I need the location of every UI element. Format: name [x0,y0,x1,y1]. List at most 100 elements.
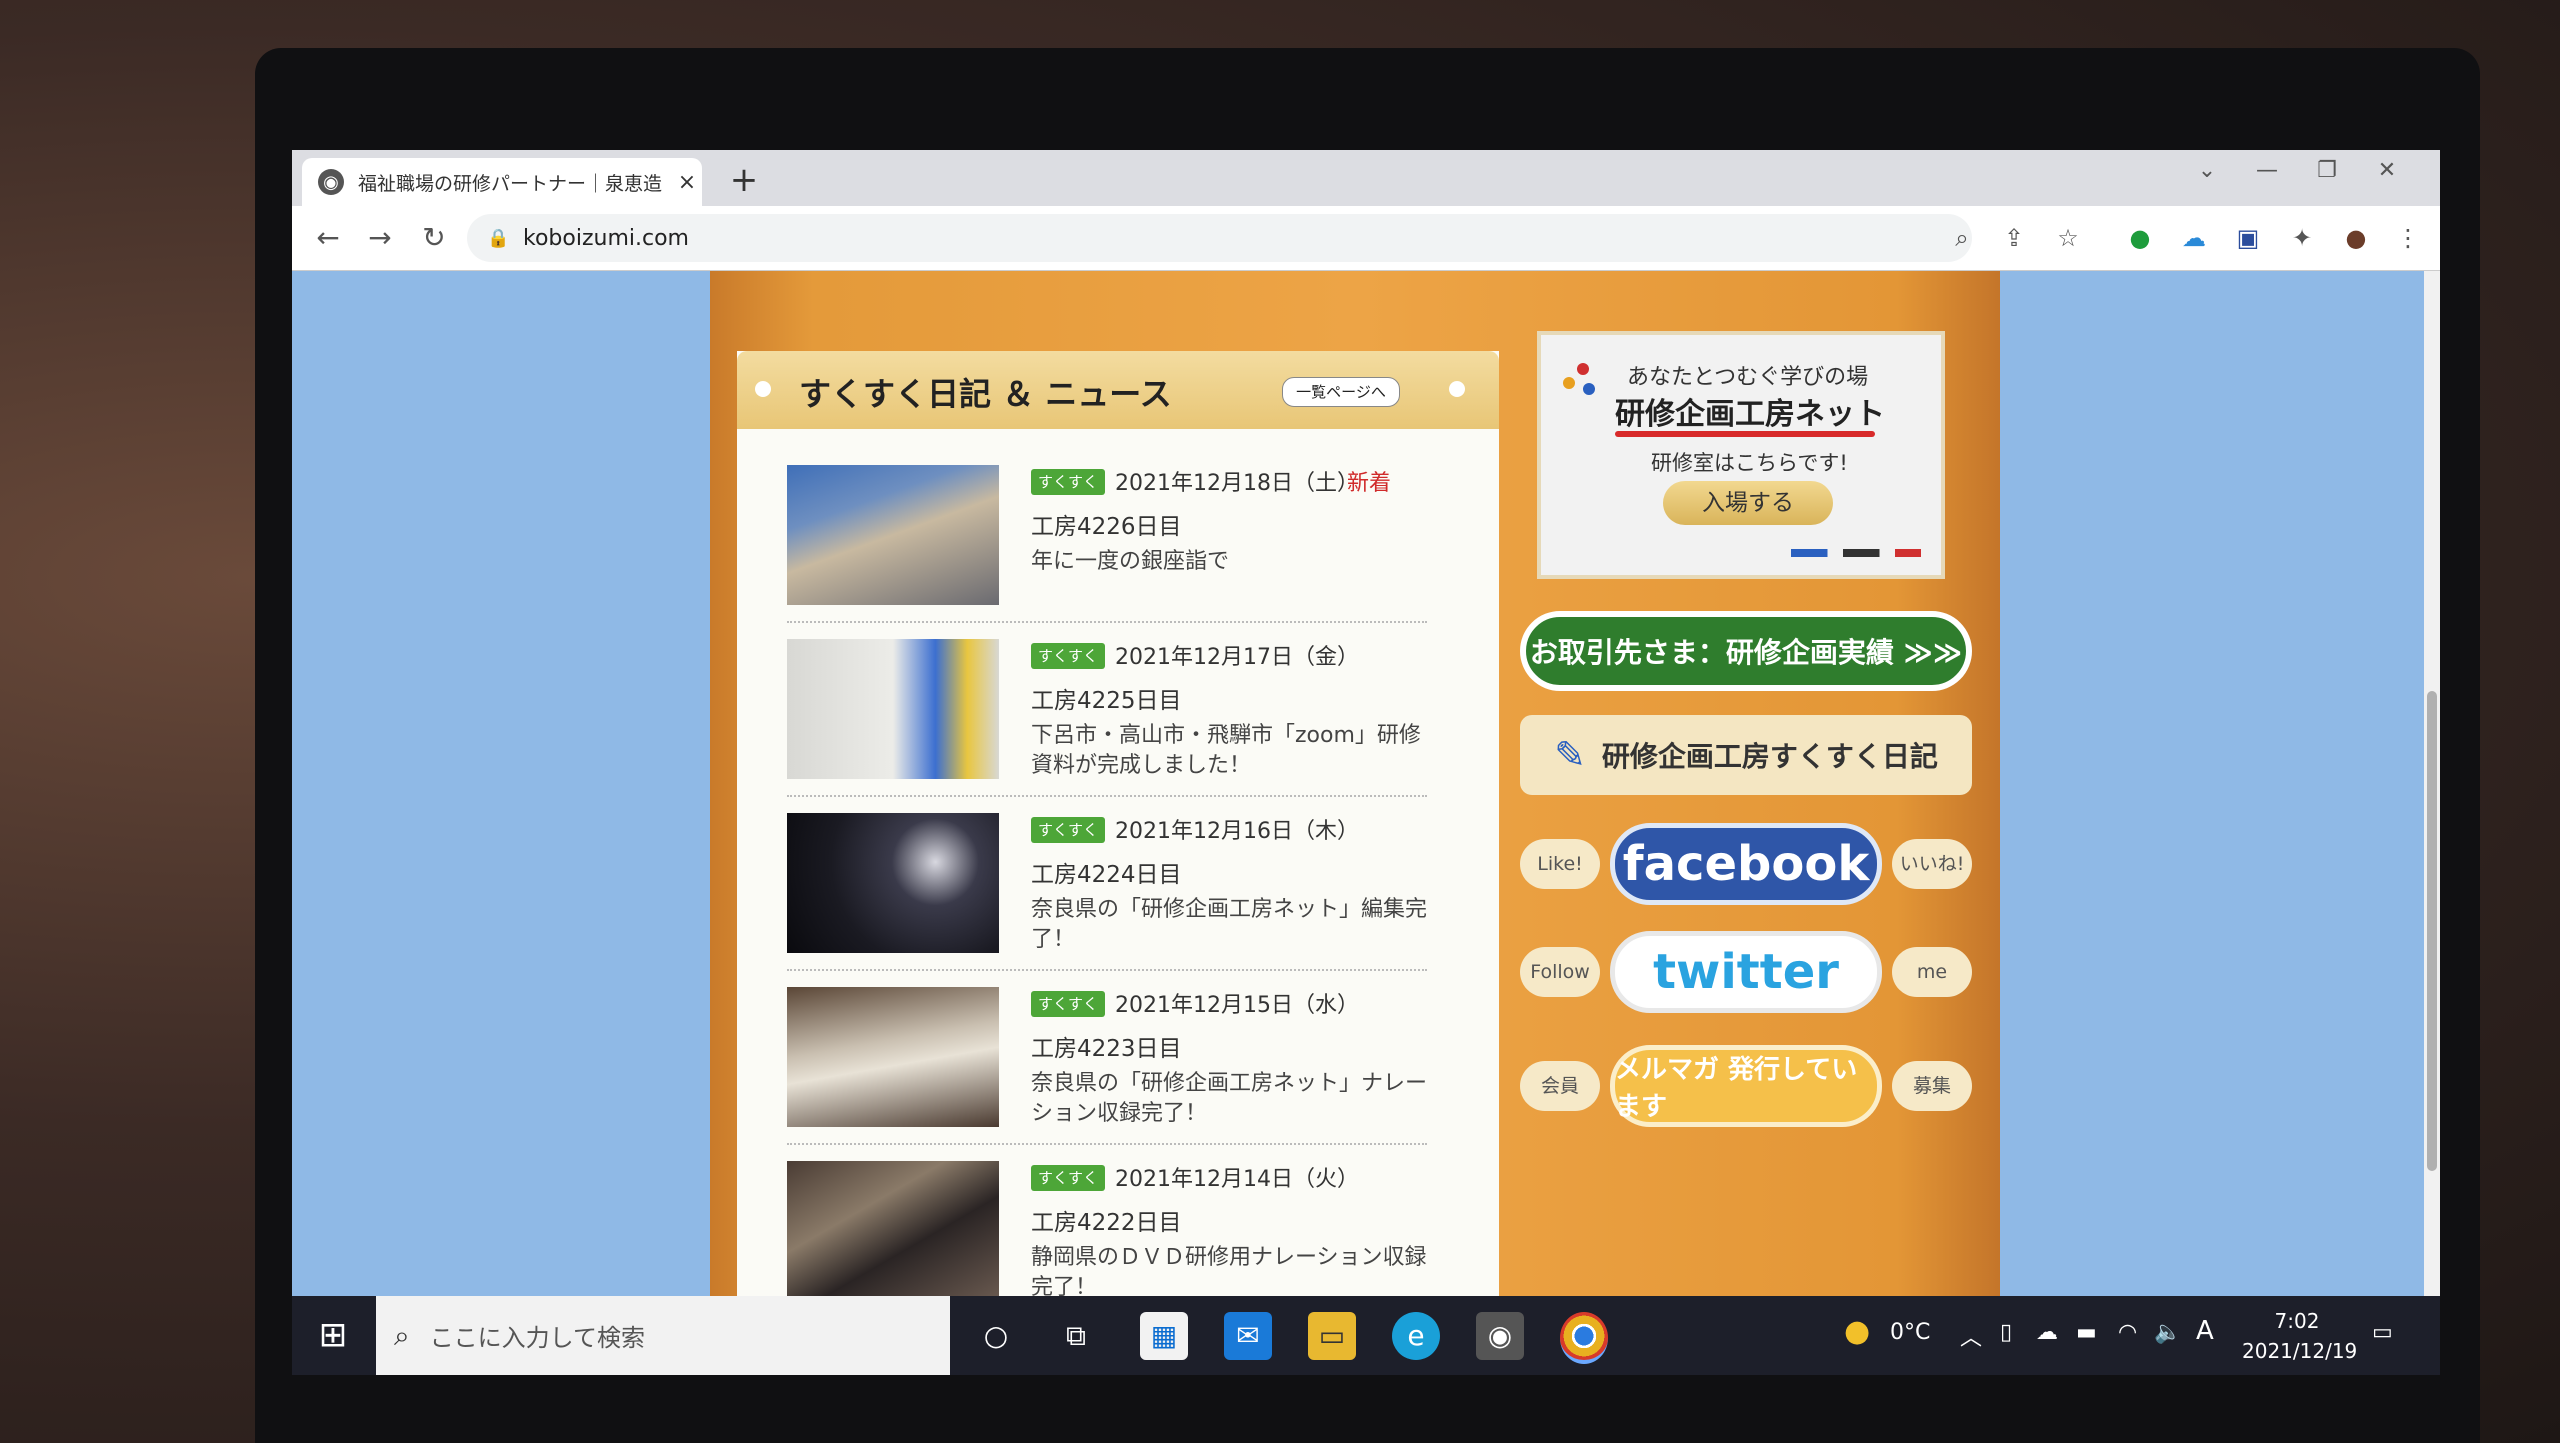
extension-green-icon[interactable]: ● [2122,220,2158,256]
news-date: 2021年12月16日（木） [1115,819,1359,844]
news-item[interactable]: すくすく 2021年12月16日（木） 工房4224日目 奈良県の「研修企画工房… [787,799,1427,971]
share-icon[interactable]: ⇪ [1996,220,2032,256]
mail-icon[interactable]: ✉ [1224,1312,1272,1360]
news-thumbnail[interactable] [787,639,999,779]
forward-icon[interactable]: → [360,218,400,258]
news-description[interactable]: 奈良県の「研修企画工房ネット」ナレーション収録完了！ [1031,1069,1431,1129]
globe-icon: ◉ [318,169,344,195]
address-url: koboizumi.com [523,225,689,251]
news-item[interactable]: すくすく 2021年12月14日（火） 工房4222日目 静岡県のＤＶＤ研修用ナ… [787,1147,1427,1296]
header-dot-left [755,381,771,397]
twitter-banner[interactable]: Follow twitter me [1520,927,1972,1017]
diary-button[interactable]: ✎ 研修企画工房すくすく日記 [1520,715,1972,795]
reload-icon[interactable]: ↻ [414,218,454,258]
news-thumbnail[interactable] [787,813,999,953]
kobo-net-banner[interactable]: あなたとつむぐ学びの場 研修企画工房ネット 研修室はこちらです! 入場する [1537,331,1945,579]
camera-icon[interactable]: ◉ [1476,1312,1524,1360]
twitter-logo[interactable]: twitter [1610,931,1882,1013]
client-achievements-button[interactable]: お取引先さま：研修企画実績 ≫≫ [1520,611,1972,691]
volume-icon[interactable]: 🔈 [2154,1320,2181,1345]
tray-chevron-icon[interactable]: ︿ [1960,1320,1982,1352]
menu-kebab-icon[interactable]: ⋮ [2390,220,2426,256]
edge-icon[interactable]: e [1392,1312,1440,1360]
cortana-icon[interactable]: ○ [972,1312,1020,1360]
tab-active[interactable]: ◉ 福祉職場の研修パートナー｜泉恵造 × [302,158,702,206]
news-panel: すくすく日記 ＆ ニュース 一覧ページへ すくすく 2021年12月18日（土）… [737,351,1499,1296]
profile-avatar[interactable]: ● [2338,220,2374,256]
wifi-icon[interactable]: ◠ [2118,1320,2137,1345]
news-date: 2021年12月15日（水） [1115,993,1359,1018]
diary-label: 研修企画工房すくすく日記 [1601,740,1938,773]
tab-title: 福祉職場の研修パートナー｜泉恵造 [358,172,663,195]
page-viewport: すくすく日記 ＆ ニュース 一覧ページへ すくすく 2021年12月18日（土）… [292,271,2424,1296]
extension-image-icon[interactable]: ▣ [2230,220,2266,256]
battery-icon[interactable]: ▬ [2076,1320,2097,1345]
pencil-icon: ✎ [1554,733,1586,777]
ime-indicator[interactable]: A [2196,1316,2214,1346]
banner-subtext: 研修室はこちらです! [1651,451,1848,475]
news-thumbnail[interactable] [787,987,999,1127]
category-tag: すくすく [1031,469,1105,495]
news-date: 2021年12月14日（火） [1115,1167,1359,1192]
weather-sun-icon[interactable]: ● [1844,1314,1870,1349]
news-subtitle[interactable]: 工房4226日目 [1031,507,1182,541]
enter-button[interactable]: 入場する [1663,481,1833,525]
extensions-puzzle-icon[interactable]: ✦ [2284,220,2320,256]
tab-search-chevron-icon[interactable]: ⌄ [2182,158,2232,183]
news-header: すくすく日記 ＆ ニュース 一覧ページへ [737,351,1499,429]
news-item[interactable]: すくすく 2021年12月17日（金） 工房4225日目 下呂市・高山市・飛騨市… [787,625,1427,797]
facebook-like-label: Like! [1520,839,1600,889]
news-description[interactable]: 奈良県の「研修企画工房ネット」編集完了！ [1031,895,1431,955]
tab-close-icon[interactable]: × [672,170,702,195]
banner-title: 研修企画工房ネット [1615,397,1885,432]
onedrive-icon[interactable]: ☁ [2036,1320,2058,1345]
bookmark-star-icon[interactable]: ☆ [2050,220,2086,256]
news-description[interactable]: 下呂市・高山市・飛騨市「zoom」研修資料が完成しました！ [1031,721,1431,781]
temperature-text[interactable]: 0°C [1890,1320,1930,1345]
news-description[interactable]: 年に一度の銀座詣で [1031,547,1431,577]
news-description[interactable]: 静岡県のＤＶＤ研修用ナレーション収録完了！ [1031,1243,1431,1296]
taskbar-clock[interactable]: 7:02 2021/12/19 [2242,1306,2357,1366]
news-subtitle[interactable]: 工房4223日目 [1031,1029,1182,1063]
news-date: 2021年12月18日（土） [1115,471,1359,496]
twitter-follow-label: Follow [1520,947,1600,997]
news-subtitle[interactable]: 工房4225日目 [1031,681,1182,715]
news-thumbnail[interactable] [787,1161,999,1296]
facebook-logo[interactable]: facebook [1610,823,1882,905]
notification-icon[interactable]: ▭ [2372,1320,2393,1345]
news-subtitle[interactable]: 工房4224日目 [1031,855,1182,889]
taskbar-search-box[interactable]: ⌕ ここに入力して検索 [376,1296,950,1375]
news-thumbnail[interactable] [787,465,999,605]
chrome-icon[interactable] [1560,1312,1608,1364]
header-dot-right [1449,381,1465,397]
new-tab-button[interactable]: + [722,158,766,202]
news-subtitle[interactable]: 工房4222日目 [1031,1203,1182,1237]
address-bar[interactable]: 🔒 koboizumi.com [467,214,1972,262]
zoom-icon[interactable]: ⌕ [1944,220,1980,256]
page-scrollbar[interactable] [2424,271,2440,1296]
mailmag-logo[interactable]: メルマガ 発行しています [1610,1045,1882,1127]
facebook-banner[interactable]: Like! facebook いいね! [1520,819,1972,909]
mailmag-banner[interactable]: 会員 メルマガ 発行しています 募集 [1520,1041,1972,1131]
task-view-icon[interactable]: ⧉ [1052,1312,1100,1360]
tray-device-icon[interactable]: ▯ [2000,1320,2012,1345]
minimize-icon[interactable]: — [2242,158,2292,183]
extension-cloud-icon[interactable]: ☁ [2176,220,2212,256]
news-item[interactable]: すくすく 2021年12月18日（土） 新着 工房4226日目 年に一度の銀座詣… [787,451,1427,623]
news-list-button[interactable]: 一覧ページへ [1282,377,1400,407]
file-explorer-icon[interactable]: ▭ [1308,1312,1356,1360]
banner-tagline: あなたとつむぐ学びの場 [1627,365,1869,390]
mailmag-recruit-label: 募集 [1892,1061,1972,1111]
windows-start-icon[interactable]: ⊞ [312,1314,354,1356]
category-tag: すくすく [1031,817,1105,843]
taskbar-search-placeholder: ここに入力して検索 [429,1324,645,1352]
news-item[interactable]: すくすく 2021年12月15日（水） 工房4223日目 奈良県の「研修企画工房… [787,973,1427,1145]
restore-icon[interactable]: ❐ [2302,158,2352,183]
back-icon[interactable]: ← [308,218,348,258]
store-icon[interactable]: ▦ [1140,1312,1188,1360]
close-window-icon[interactable]: ✕ [2362,158,2412,183]
scrollbar-thumb[interactable] [2427,691,2437,1171]
category-tag: すくすく [1031,1165,1105,1191]
tab-bar: ◉ 福祉職場の研修パートナー｜泉恵造 × + ⌄ — ❐ ✕ [292,150,2440,206]
banner-underline [1615,431,1875,437]
